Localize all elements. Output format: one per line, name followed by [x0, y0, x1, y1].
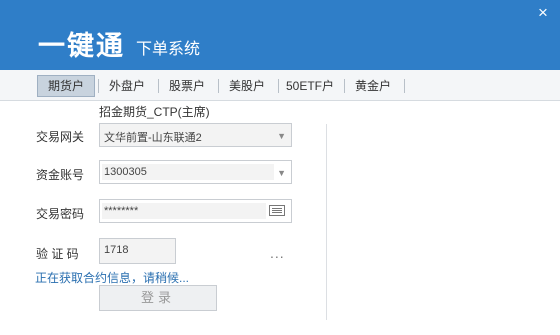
tab-separator: [158, 79, 159, 93]
chevron-down-icon[interactable]: ▼: [277, 131, 286, 141]
account-combo[interactable]: 1300305 ▼: [99, 160, 292, 184]
gateway-select[interactable]: 文华前置-山东联通2 ▼: [99, 123, 292, 147]
app-logo: 一键通: [38, 31, 125, 61]
app-subtitle: 下单系统: [136, 41, 201, 58]
captcha-value: 1718: [104, 244, 129, 256]
tab-futures[interactable]: 期货户: [37, 75, 95, 97]
gateway-label: 交易网关: [36, 130, 85, 144]
panel-divider: [326, 124, 327, 320]
gateway-value: 文华前置-山东联通2: [104, 132, 202, 144]
tab-50etf[interactable]: 50ETF户: [282, 76, 338, 96]
account-type-tabs: 期货户 外盘户 股票户 美股户 50ETF户 黄金户: [0, 70, 560, 101]
password-value: ********: [104, 205, 139, 217]
status-message: 正在获取合约信息，请稍候...: [35, 271, 190, 285]
more-options-button[interactable]: ...: [270, 245, 285, 261]
tab-separator: [404, 79, 405, 93]
password-label: 交易密码: [36, 207, 85, 221]
keyboard-icon[interactable]: [269, 205, 285, 216]
login-button[interactable]: 登录: [99, 285, 217, 311]
close-icon[interactable]: ×: [534, 4, 552, 22]
password-input[interactable]: ********: [99, 199, 292, 223]
tab-foreign-futures[interactable]: 外盘户: [102, 76, 152, 96]
tab-us-stocks[interactable]: 美股户: [222, 76, 272, 96]
tab-separator: [98, 79, 99, 93]
tab-stocks[interactable]: 股票户: [162, 76, 212, 96]
tab-separator: [344, 79, 345, 93]
account-label: 资金账号: [36, 168, 85, 182]
captcha-input[interactable]: 1718: [99, 238, 176, 264]
tab-separator: [278, 79, 279, 93]
tab-separator: [218, 79, 219, 93]
title-bar: 一键通 下单系统 ×: [0, 0, 560, 70]
tab-gold[interactable]: 黄金户: [348, 76, 398, 96]
broker-note: 招金期货_CTP(主席): [99, 105, 210, 119]
account-value: 1300305: [104, 166, 147, 178]
chevron-down-icon[interactable]: ▼: [277, 168, 286, 178]
captcha-label: 验 证 码: [36, 247, 79, 261]
